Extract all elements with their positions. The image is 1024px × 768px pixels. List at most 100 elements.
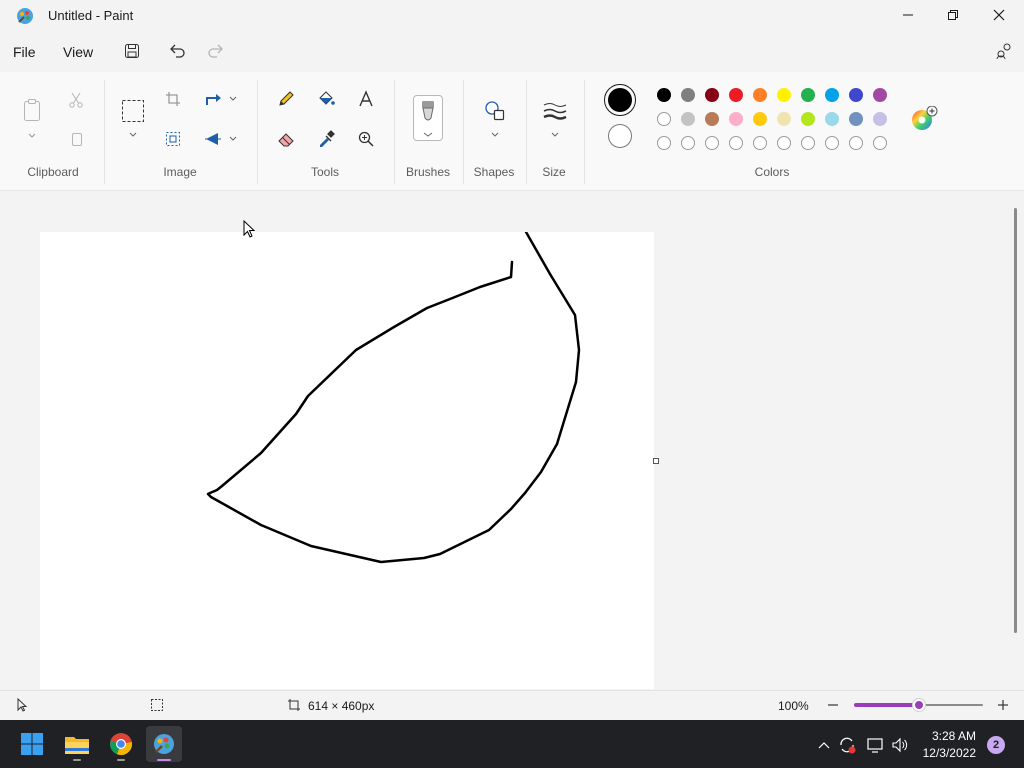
palette-swatch[interactable]: [777, 136, 791, 150]
eraser-tool[interactable]: [273, 126, 299, 152]
palette-swatch[interactable]: [873, 88, 887, 102]
palette-swatch[interactable]: [825, 112, 839, 126]
palette-swatch[interactable]: [657, 88, 671, 102]
zoom-percentage[interactable]: 100%: [778, 699, 809, 713]
flip-dropdown[interactable]: [228, 135, 238, 143]
rotate-dropdown[interactable]: [228, 95, 238, 103]
select-button[interactable]: [121, 99, 145, 123]
copy-button[interactable]: [63, 126, 89, 152]
size-dropdown[interactable]: [550, 131, 560, 139]
secondary-color-button[interactable]: [608, 124, 632, 148]
sync-icon: [840, 737, 856, 754]
notification-badge[interactable]: 2: [987, 736, 1005, 754]
cut-button[interactable]: [63, 87, 89, 113]
palette-swatch[interactable]: [681, 112, 695, 126]
palette-swatch[interactable]: [705, 112, 719, 126]
palette-swatch[interactable]: [729, 136, 743, 150]
shapes-button[interactable]: [483, 99, 507, 123]
clock-time[interactable]: 3:28 AM: [914, 729, 976, 743]
palette-swatch[interactable]: [849, 112, 863, 126]
select-dropdown[interactable]: [128, 131, 138, 139]
palette-swatch[interactable]: [681, 88, 695, 102]
palette-swatch[interactable]: [705, 136, 719, 150]
active-app-indicator: [157, 759, 171, 761]
chrome-icon: [110, 733, 132, 756]
minimize-button[interactable]: [885, 0, 931, 30]
resize-button[interactable]: [160, 126, 186, 152]
zoom-in-button[interactable]: [996, 698, 1010, 712]
cursor-position-icon: [15, 697, 29, 712]
chevron-down-icon: [229, 96, 237, 101]
palette-swatch[interactable]: [801, 136, 815, 150]
primary-color-button[interactable]: [604, 84, 636, 116]
palette-swatch[interactable]: [873, 112, 887, 126]
palette-swatch[interactable]: [657, 112, 671, 126]
palette-swatch[interactable]: [681, 136, 695, 150]
palette-swatch[interactable]: [873, 136, 887, 150]
start-button[interactable]: [14, 726, 50, 762]
taskbar-chrome[interactable]: [103, 726, 139, 762]
save-button[interactable]: [121, 40, 143, 62]
canvas-resize-handle[interactable]: [653, 458, 659, 464]
palette-swatch[interactable]: [657, 136, 671, 150]
network-icon: [867, 738, 883, 753]
flip-button[interactable]: [200, 126, 226, 152]
edit-colors-button[interactable]: [910, 105, 938, 134]
zoom-slider-thumb[interactable]: [913, 699, 925, 711]
flip-icon: [205, 133, 221, 145]
show-hidden-icons-button[interactable]: [815, 736, 833, 754]
brushes-button[interactable]: [413, 95, 443, 141]
vertical-scrollbar[interactable]: [1014, 208, 1017, 633]
paste-dropdown[interactable]: [27, 132, 37, 140]
drawing-canvas[interactable]: [40, 232, 654, 689]
palette-swatch[interactable]: [825, 136, 839, 150]
paste-button[interactable]: [20, 96, 44, 124]
clock-date[interactable]: 12/3/2022: [914, 746, 976, 760]
palette-swatch[interactable]: [825, 88, 839, 102]
taskbar-paint[interactable]: [146, 726, 182, 762]
menu-view[interactable]: View: [63, 44, 93, 60]
shapes-icon: [485, 101, 505, 121]
palette-swatch[interactable]: [753, 136, 767, 150]
palette-swatch[interactable]: [753, 112, 767, 126]
maximize-button[interactable]: [930, 0, 976, 30]
taskbar-file-explorer[interactable]: [59, 726, 95, 762]
network-tray-button[interactable]: [866, 736, 884, 754]
magnifier-tool[interactable]: [353, 126, 379, 152]
group-label-tools: Tools: [310, 165, 339, 179]
chevron-up-icon: [818, 742, 830, 749]
resize-icon: [166, 132, 180, 146]
palette-swatch[interactable]: [801, 112, 815, 126]
sync-tray-button[interactable]: [838, 736, 856, 754]
palette-swatch[interactable]: [729, 112, 743, 126]
palette-swatch[interactable]: [801, 88, 815, 102]
palette-swatch[interactable]: [849, 88, 863, 102]
volume-tray-button[interactable]: [891, 736, 909, 754]
settings-icon: [996, 43, 1011, 60]
text-tool[interactable]: [353, 86, 379, 112]
text-icon: [359, 90, 373, 107]
crop-button[interactable]: [160, 86, 186, 112]
zoom-slider[interactable]: [854, 699, 983, 711]
palette-swatch[interactable]: [849, 136, 863, 150]
close-button[interactable]: [976, 0, 1022, 30]
palette-swatch[interactable]: [729, 88, 743, 102]
palette-swatch[interactable]: [705, 88, 719, 102]
color-picker-tool[interactable]: [313, 126, 339, 152]
pencil-icon: [279, 91, 294, 106]
undo-button[interactable]: [166, 40, 188, 62]
rotate-button[interactable]: [200, 86, 226, 112]
zoom-out-button[interactable]: [826, 698, 840, 712]
menu-file[interactable]: File: [13, 44, 36, 60]
redo-button[interactable]: [205, 40, 227, 62]
palette-swatch[interactable]: [777, 88, 791, 102]
palette-swatch[interactable]: [753, 88, 767, 102]
pencil-tool[interactable]: [273, 86, 299, 112]
restore-icon: [948, 10, 958, 20]
size-button[interactable]: [542, 101, 568, 121]
shapes-dropdown[interactable]: [490, 131, 500, 139]
fill-tool[interactable]: [313, 86, 339, 112]
palette-swatch[interactable]: [777, 112, 791, 126]
settings-button[interactable]: [993, 40, 1015, 62]
canvas-size-text: 614 × 460px: [308, 699, 375, 713]
